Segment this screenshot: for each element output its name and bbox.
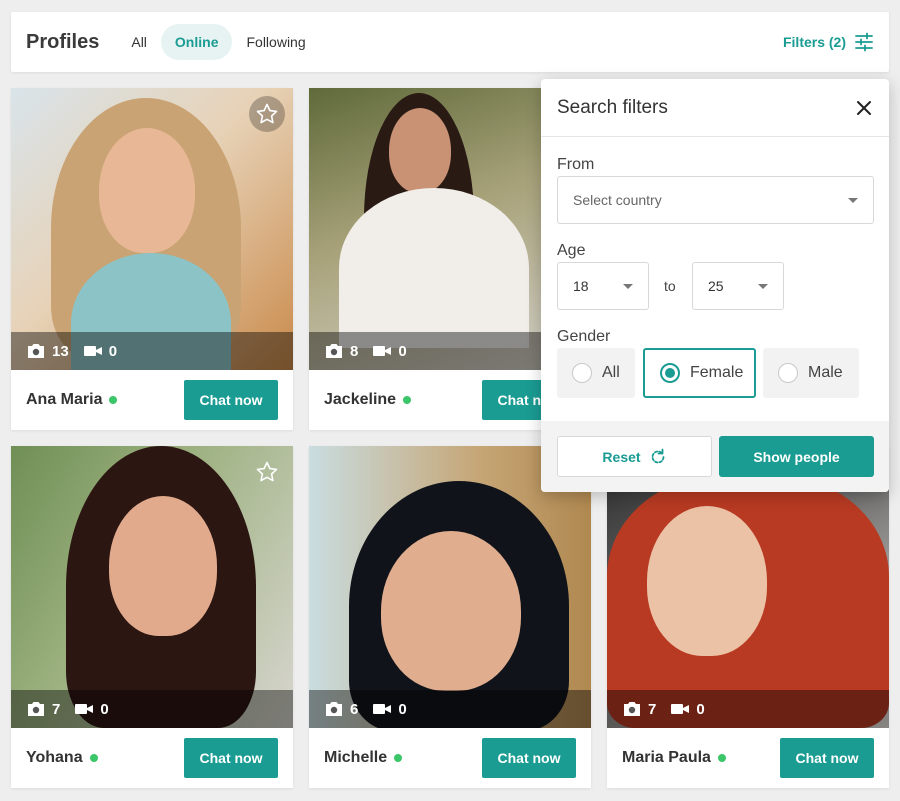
country-select-placeholder: Select country [573,192,662,208]
video-count: 0 [83,343,117,360]
media-stats: 7 0 [11,690,293,728]
camera-icon [326,702,342,716]
photo-count: 7 [622,701,656,718]
profile-card[interactable]: 13 0 Ana Maria Chat now [11,88,293,430]
video-count: 0 [74,701,109,718]
video-count: 0 [372,343,407,360]
radio-button[interactable] [660,363,680,383]
from-label: From [557,156,595,173]
online-indicator [394,754,403,762]
age-max-select[interactable]: 25 [692,262,784,310]
popup-title: Search filters [557,96,668,118]
profile-name[interactable]: Yohana [26,749,83,767]
camera-icon [28,702,44,716]
gender-option-male[interactable]: Male [763,348,859,398]
online-indicator [89,754,98,762]
gender-option-female[interactable]: Female [643,348,756,398]
video-camera-icon [83,346,102,356]
chat-now-button[interactable]: Chat now [482,738,576,778]
profile-name[interactable]: Jackeline [324,391,396,409]
radio-button[interactable] [778,363,798,383]
video-camera-icon [373,346,392,356]
photo-count: 13 [26,343,69,360]
tab-online[interactable]: Online [160,24,233,60]
gender-option-all[interactable]: All [557,348,635,398]
online-indicator [109,396,118,404]
photo-count: 8 [324,343,358,360]
age-to-label: to [664,278,676,294]
chat-now-button[interactable]: Chat now [780,738,874,778]
profile-photo[interactable]: 7 0 [11,446,293,728]
age-min-select[interactable]: 18 [557,262,649,310]
video-count: 0 [372,701,407,718]
close-icon[interactable] [855,99,873,117]
favorite-button[interactable] [249,454,285,490]
media-stats: 6 0 [309,690,591,728]
online-indicator [717,754,726,762]
gender-label: Gender [557,328,611,345]
video-camera-icon [75,704,94,714]
media-stats: 7 0 [607,690,889,728]
video-camera-icon [373,704,392,714]
refresh-icon [651,448,664,463]
card-footer: Ana Maria Chat now [11,370,293,430]
camera-icon [28,344,44,358]
age-label: Age [557,242,586,259]
chevron-down-icon [758,284,768,289]
reset-button-label: Reset [602,448,641,465]
profile-photo[interactable]: 13 0 [11,88,293,370]
profile-card[interactable]: 7 0 Maria Paula Chat now [607,446,889,788]
chat-now-button[interactable]: Chat now [184,738,278,778]
popup-footer: Reset Show people [541,421,889,492]
sliders-icon [855,32,873,52]
star-icon [256,103,278,124]
photo-count: 7 [26,701,60,718]
search-filters-popup: Search filters From Select country Age 1… [541,79,889,492]
chat-now-button[interactable]: Chat now [184,380,278,420]
popup-header: Search filters [541,79,889,137]
show-people-button[interactable]: Show people [719,436,874,477]
favorite-button[interactable] [249,96,285,132]
card-footer: Maria Paula Chat now [607,728,889,788]
video-camera-icon [671,704,690,714]
profile-card[interactable]: 6 0 Michelle Chat now [309,446,591,788]
radio-button[interactable] [572,363,592,383]
star-icon [256,461,278,482]
online-indicator [403,396,412,404]
profile-card[interactable]: 7 0 Yohana Chat now [11,446,293,788]
profile-name[interactable]: Michelle [324,749,387,767]
profile-name[interactable]: Maria Paula [622,749,711,767]
reset-button[interactable]: Reset [557,436,712,477]
age-min-value: 18 [573,278,589,294]
chevron-down-icon [848,198,858,203]
video-count: 0 [670,701,705,718]
age-max-value: 25 [708,278,724,294]
card-footer: Yohana Chat now [11,728,293,788]
header-bar: Profiles All Online Following Filters (2… [11,12,889,72]
tab-all[interactable]: All [117,24,161,60]
photo-count: 6 [324,701,358,718]
card-footer: Michelle Chat now [309,728,591,788]
media-stats: 13 0 [11,332,293,370]
tab-following[interactable]: Following [232,24,319,60]
filters-button-label: Filters (2) [782,34,846,50]
profile-name[interactable]: Ana Maria [26,391,102,409]
chevron-down-icon [623,284,633,289]
camera-icon [326,344,342,358]
country-select[interactable]: Select country [557,176,874,224]
filters-button[interactable]: Filters (2) [783,32,874,52]
camera-icon [624,702,640,716]
page-title: Profiles [26,30,100,53]
